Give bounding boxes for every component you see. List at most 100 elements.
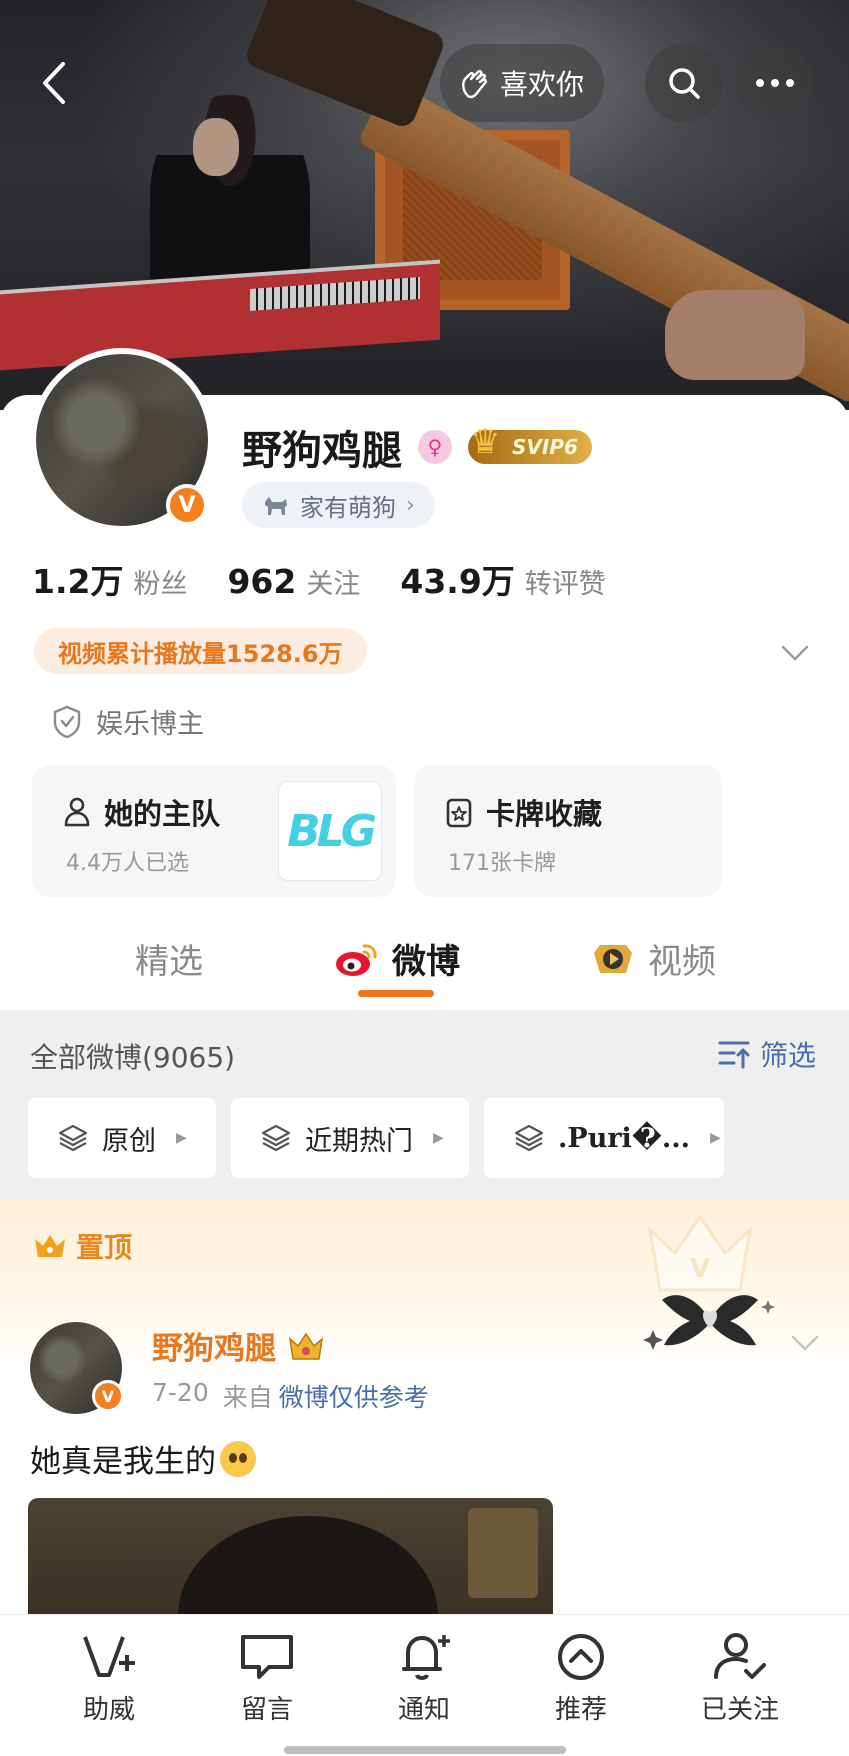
weibo-logo-icon xyxy=(336,943,377,976)
all-weibo-count: 全部微博(9065) xyxy=(30,1041,236,1074)
layers-icon xyxy=(514,1124,544,1152)
pinned-crown-icon xyxy=(35,1235,65,1257)
post-text: 她真是我生的 xyxy=(30,1444,216,1480)
vip-crown-icon xyxy=(288,1332,324,1360)
name-row: 野狗鸡腿 ♀ ♛ SVIP6 xyxy=(242,418,592,476)
dog-icon xyxy=(265,497,287,515)
stat-value: 43.9万 xyxy=(400,562,515,601)
chip-original[interactable]: 原创 ▶ xyxy=(28,1098,216,1178)
recommend-icon xyxy=(558,1634,604,1680)
post-menu-chevron-icon[interactable] xyxy=(790,1325,820,1360)
tab-label: 微博 xyxy=(392,942,460,982)
like-you-button[interactable]: 喜欢你 xyxy=(440,44,604,122)
message-icon xyxy=(241,1635,293,1679)
wave-hand-icon xyxy=(462,69,487,99)
card-collection-subtitle: 171张卡牌 xyxy=(448,851,556,876)
search-button[interactable] xyxy=(645,44,723,122)
card-collection-title: 卡牌收藏 xyxy=(486,797,603,831)
post-author-name[interactable]: 野狗鸡腿 xyxy=(152,1323,276,1368)
pinned-label: 置顶 xyxy=(76,1231,133,1264)
chevron-right-icon: › xyxy=(406,492,415,518)
nav-cheer[interactable]: 助威 xyxy=(49,1631,169,1726)
chip-label: 原创 xyxy=(102,1125,156,1157)
stat-followers[interactable]: 1.2万 粉丝 xyxy=(32,555,187,603)
post-author-row: 野狗鸡腿 xyxy=(152,1323,326,1368)
home-team-subtitle: 4.4万人已选 xyxy=(66,851,189,876)
like-you-label: 喜欢你 xyxy=(499,68,584,101)
bottom-nav: 助威 留言 通知 推荐 已关注 xyxy=(0,1614,849,1756)
post-verified-badge-icon: V xyxy=(92,1380,124,1412)
stat-label: 关注 xyxy=(306,569,361,600)
home-team-card[interactable]: 她的主队 4.4万人已选 BLG xyxy=(32,765,396,897)
nav-recommend[interactable]: 推荐 xyxy=(521,1631,641,1726)
nav-label: 通知 xyxy=(397,1695,450,1725)
expand-chevron-down-icon[interactable] xyxy=(780,635,810,670)
verified-badge-icon: V xyxy=(166,484,208,526)
tab-video[interactable]: 视频 xyxy=(590,934,716,983)
nav-notify[interactable]: 通知 xyxy=(364,1631,484,1726)
nav-label: 留言 xyxy=(240,1695,293,1725)
user-check-icon xyxy=(714,1633,766,1679)
filter-label: 筛选 xyxy=(760,1039,817,1072)
profile-tag-label: 家有萌狗 xyxy=(300,493,396,522)
home-team-title: 她的主队 xyxy=(104,797,221,831)
blg-team-logo: BLG xyxy=(278,781,382,881)
role-label: 娱乐博主 xyxy=(96,709,204,740)
card-star-icon xyxy=(446,798,472,828)
chip-recent-hot[interactable]: 近期热门 ▶ xyxy=(231,1098,469,1178)
shield-check-icon xyxy=(53,705,81,738)
post-text-row: 她真是我生的 xyxy=(30,1436,256,1481)
tab-label: 精选 xyxy=(135,942,203,982)
video-play-badge-icon xyxy=(594,944,632,973)
chip-label: .Puri�... xyxy=(558,1122,691,1154)
tab-weibo[interactable]: 微博 xyxy=(334,934,460,983)
female-gender-icon: ♀ xyxy=(418,430,452,464)
video-play-count-badge[interactable]: 视频累计播放量1528.6万 xyxy=(34,628,367,674)
post-source[interactable]: 微博仅供参考 xyxy=(279,1378,429,1414)
triangle-right-icon: ▶ xyxy=(433,1130,444,1146)
back-button[interactable] xyxy=(24,46,84,120)
card-collection-title-row: 卡牌收藏 xyxy=(444,791,602,833)
cheer-icon xyxy=(83,1636,135,1677)
post-date: 7-20 xyxy=(152,1378,209,1407)
nav-label: 已关注 xyxy=(700,1695,779,1725)
stat-label: 转评赞 xyxy=(524,569,606,600)
profile-tabs: 精选 微博 视频 xyxy=(0,920,849,1010)
chip-custom-collection[interactable]: .Puri�... ▶ xyxy=(484,1098,724,1178)
pinned-label-row: 置顶 xyxy=(32,1226,132,1266)
card-collection-card[interactable]: 卡牌收藏 171张卡牌 xyxy=(414,765,722,897)
stat-label: 粉丝 xyxy=(133,569,188,600)
decorative-butterfly-icon xyxy=(643,1295,775,1350)
crown-icon: ♛ xyxy=(470,422,501,462)
nav-label: 助威 xyxy=(82,1695,135,1725)
filter-sort-icon xyxy=(718,1041,750,1069)
nav-following[interactable]: 已关注 xyxy=(680,1631,800,1726)
search-icon xyxy=(669,68,700,99)
svg-text:V: V xyxy=(690,1254,710,1284)
nav-message[interactable]: 留言 xyxy=(207,1631,327,1726)
svip-badge[interactable]: ♛ SVIP6 xyxy=(468,422,592,464)
svip-label: SVIP6 xyxy=(512,435,578,459)
stat-likes[interactable]: 43.9万 转评赞 xyxy=(400,555,605,603)
stat-value: 962 xyxy=(227,562,297,601)
layers-icon xyxy=(58,1124,88,1152)
more-button[interactable] xyxy=(736,44,814,122)
filter-button[interactable]: 筛选 xyxy=(718,1034,816,1074)
chip-label: 近期热门 xyxy=(305,1125,413,1157)
post-from-label: 来自 xyxy=(222,1383,273,1412)
home-team-title-row: 她的主队 xyxy=(62,791,220,833)
stat-following[interactable]: 962 关注 xyxy=(227,562,360,601)
triangle-right-icon: ▶ xyxy=(710,1130,721,1146)
bell-plus-icon xyxy=(402,1635,450,1680)
tab-label: 视频 xyxy=(648,942,716,982)
tab-featured[interactable]: 精选 xyxy=(135,934,203,983)
post-image[interactable] xyxy=(28,1498,553,1618)
team-person-icon xyxy=(64,797,90,827)
home-indicator xyxy=(284,1746,566,1754)
profile-tag[interactable]: 家有萌狗 › xyxy=(242,482,435,528)
teary-face-emoji-icon xyxy=(220,1440,256,1477)
layers-icon xyxy=(261,1124,291,1152)
role-row[interactable]: 娱乐博主 xyxy=(52,702,204,741)
nav-label: 推荐 xyxy=(554,1695,607,1725)
active-tab-indicator xyxy=(358,990,434,997)
